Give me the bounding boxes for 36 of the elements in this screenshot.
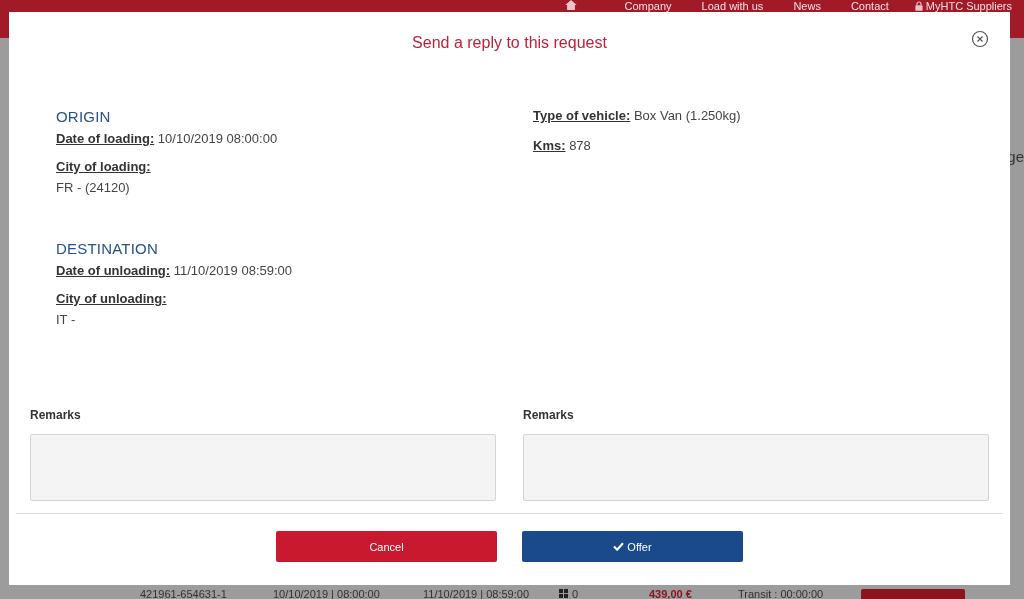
field-label: City of unloading: — [56, 291, 167, 306]
nav-link[interactable]: Company — [624, 0, 672, 12]
section-heading: DESTINATION — [56, 240, 159, 257]
home-icon[interactable] — [564, 0, 577, 10]
check-icon — [613, 542, 625, 551]
nav-link[interactable]: MyHTC Suppliers — [914, 0, 1012, 12]
remarks-field[interactable] — [30, 434, 496, 501]
remarks-field[interactable] — [523, 434, 989, 501]
field-label: Date of loading: — [56, 131, 155, 146]
table-cell: Transit : 00:00:00 — [738, 587, 824, 599]
cancel-button[interactable]: Cancel — [276, 531, 497, 562]
lock-icon — [914, 1, 923, 11]
remarks-label: Remarks — [30, 408, 82, 422]
nav-link[interactable]: Load with us — [701, 0, 764, 12]
remarks-label: Remarks — [523, 408, 575, 422]
field-label: Type of vehicle: — [533, 108, 631, 123]
nav-link[interactable]: News — [793, 0, 821, 12]
nav-link[interactable]: Contact — [850, 0, 889, 12]
field-value: IT - — [56, 312, 77, 327]
field-label: Kms: — [533, 138, 566, 153]
grid-icon — [559, 589, 569, 599]
offer-button[interactable]: Offer — [522, 531, 743, 562]
table-cell: 0 — [559, 587, 649, 599]
action-button[interactable] — [861, 589, 966, 599]
field-label: City of loading: — [56, 159, 151, 174]
field-value: 11/10/2019 08:59:00 — [173, 263, 293, 278]
table-cell-text: 439,00 € — [649, 587, 693, 599]
field-value: 878 — [569, 138, 591, 153]
field-value: 10/10/2019 08:00:00 — [157, 131, 278, 146]
field-label: Date of unloading: — [56, 263, 171, 278]
table-cell-text: 421961-654631-1 — [140, 587, 228, 599]
section-heading: ORIGIN — [56, 108, 112, 125]
close-icon[interactable] — [971, 30, 989, 48]
field-value: FR - (24120) — [56, 180, 131, 195]
modal-title: Send a reply to this request — [412, 34, 607, 52]
field-value: Box Van (1.250kg) — [633, 108, 741, 123]
